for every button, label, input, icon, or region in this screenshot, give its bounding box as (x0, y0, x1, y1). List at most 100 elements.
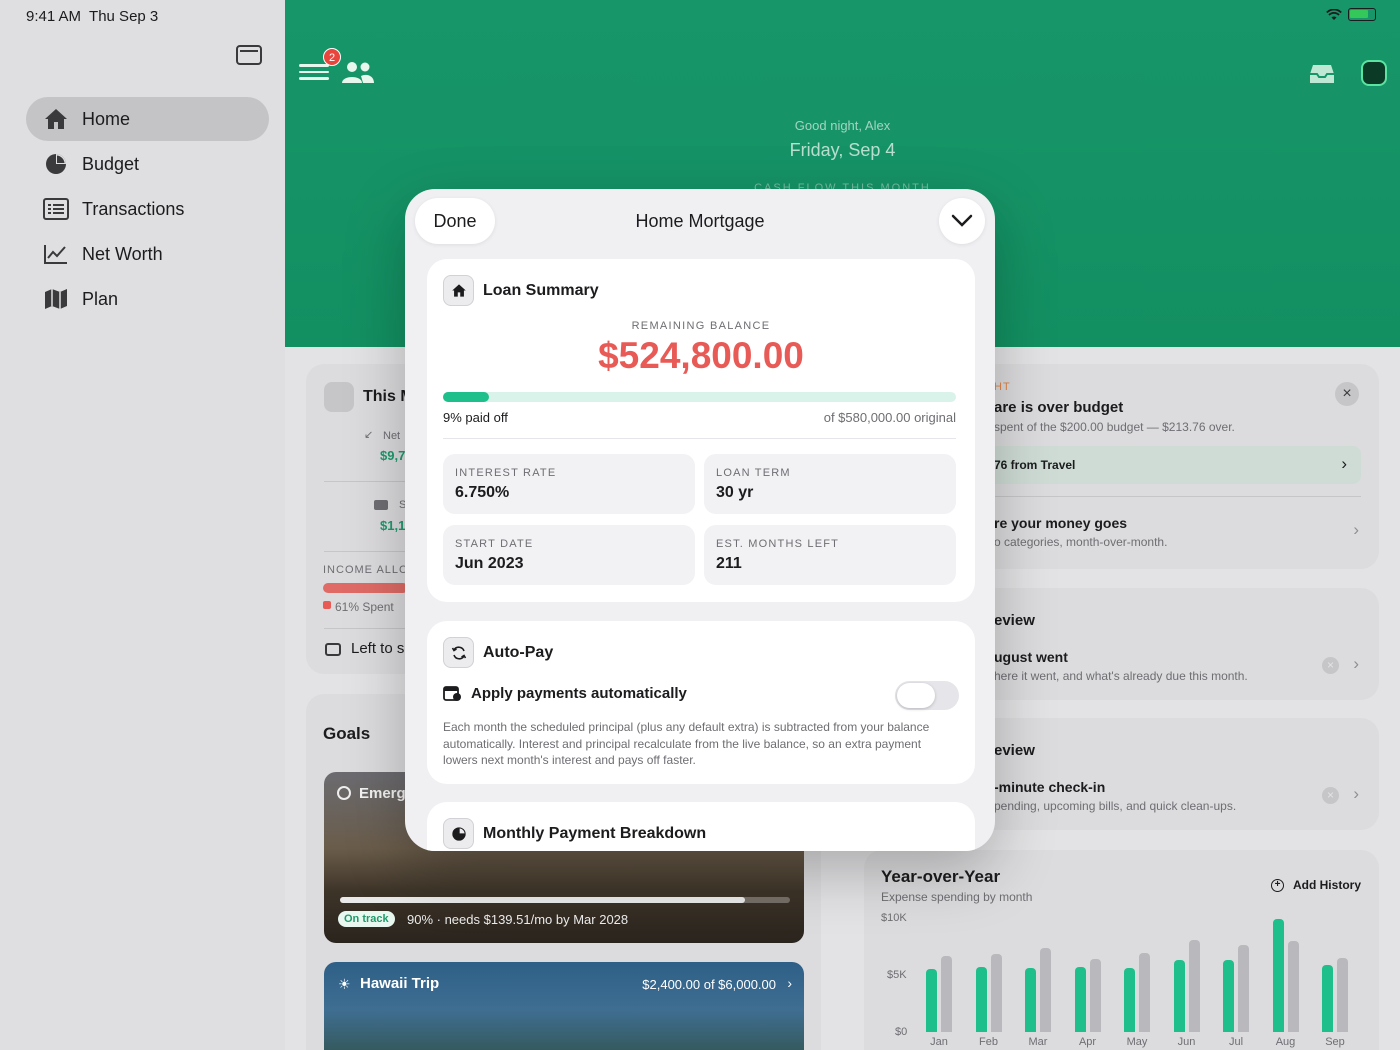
year-over-year-card: Year-over-Year Expense spending by month… (864, 850, 1379, 1050)
chart-bar (1188, 940, 1200, 1032)
chevron-right-icon: › (1353, 784, 1359, 803)
chart-bar (990, 954, 1002, 1032)
review-title: ugust went (994, 649, 1068, 665)
tile-label: EST. MONTHS LEFT (716, 538, 840, 550)
x-tick-label: Jun (1177, 1036, 1196, 1048)
add-history-label: Add History (1292, 878, 1361, 892)
chart-bar (1272, 919, 1284, 1032)
chart-bar (941, 956, 952, 1032)
insight-row-title: re your money goes (994, 515, 1128, 531)
plus-circle-icon: + (1270, 878, 1284, 892)
sidebar-item-label: Budget (82, 153, 140, 174)
section-header: Auto-Pay (443, 637, 553, 668)
assistant-bot-icon[interactable] (1361, 60, 1387, 86)
close-icon[interactable]: × (1335, 382, 1359, 406)
chart-bar (1322, 965, 1333, 1032)
money-icon (374, 500, 388, 510)
chevron-down-icon (951, 214, 973, 227)
sidebar-item-label: Home (82, 108, 131, 129)
autopay-row: Apply payments automatically (443, 685, 687, 702)
section-header: Monthly Payment Breakdown (443, 818, 706, 849)
calendar-icon (324, 382, 354, 412)
divider (324, 628, 409, 629)
autopay-toggle[interactable] (895, 681, 959, 710)
chart-bar (1139, 953, 1150, 1032)
sidebar-item-net-worth[interactable]: Net Worth (26, 232, 269, 276)
notification-badge: 2 (323, 48, 341, 66)
chart-bar (975, 967, 987, 1032)
spent-dot (323, 601, 331, 609)
goal-hawaii-card[interactable]: ☀ Hawaii Trip $2,400.00 of $6,000.00 › (324, 962, 804, 1050)
home-mortgage-sheet: Done Home Mortgage Loan Summary REMAININ… (405, 189, 995, 851)
x-tick-label: Mar (1028, 1036, 1048, 1048)
sidebar-item-budget[interactable]: Budget (26, 142, 269, 186)
add-history-button[interactable]: + Add History (1270, 878, 1361, 892)
chart-subtitle: Expense spending by month (881, 890, 1033, 904)
x-tick-label: Jul (1228, 1036, 1244, 1048)
sidebar-item-label: Transactions (82, 198, 185, 219)
net-arrow-icon: ↙ (364, 429, 374, 441)
goal-progress-track (340, 897, 790, 903)
sidebar: 9:41 AM Thu Sep 3 Home Budget Transaction… (0, 0, 285, 1050)
goal-progress-fill (340, 897, 745, 903)
insight-pill-label: 76 from Travel (994, 458, 1076, 472)
chart-bar (1089, 959, 1101, 1032)
x-tick-label: Aug (1275, 1036, 1296, 1048)
tile-value: 6.750% (455, 484, 510, 501)
chart-bar (926, 969, 937, 1032)
sidebar-nav: Home Budget Transactions Net Worth Plan (26, 97, 269, 322)
sidebar-item-transactions[interactable]: Transactions (26, 187, 269, 231)
tile-value: Jun 2023 (455, 555, 524, 572)
section-title: Monthly Payment Breakdown (483, 824, 707, 842)
autopay-description: Each month the scheduled principal (plus… (443, 720, 930, 767)
divider (324, 551, 409, 552)
menu-icon[interactable] (299, 64, 329, 82)
x-tick-label: Feb (979, 1036, 998, 1048)
original-amount-label: of $580,000.00 original (823, 410, 956, 425)
goals-title: Goals (323, 724, 371, 743)
sidebar-item-plan[interactable]: Plan (26, 277, 269, 321)
battery-icon (1348, 8, 1376, 21)
sidebar-toggle-icon[interactable] (236, 45, 262, 65)
insight-subtitle: spent of the $200.00 budget — $213.76 ov… (994, 420, 1235, 434)
pie-chart-icon (42, 152, 70, 176)
wallet-icon (325, 643, 341, 656)
people-icon[interactable] (341, 60, 375, 84)
pie-chart-icon (443, 818, 474, 849)
tile-value: 211 (716, 555, 742, 572)
wifi-icon (1326, 8, 1342, 20)
tile-value: 30 yr (716, 484, 754, 501)
chart-bar (1040, 948, 1051, 1032)
divider (324, 481, 409, 482)
collapse-button[interactable] (939, 198, 985, 244)
status-date: Thu Sep 3 (89, 8, 159, 25)
left-to-spend-label: Left to s (351, 640, 405, 657)
tile-label: INTEREST RATE (455, 467, 557, 479)
payoff-progress-fill (443, 392, 490, 402)
sidebar-item-label: Net Worth (82, 243, 163, 264)
divider (984, 496, 1361, 497)
header-date: Friday, Sep 4 (789, 140, 896, 160)
x-tick-label: Jan (930, 1036, 948, 1048)
net-value: $9,7 (380, 448, 406, 463)
x-tick-label: Sep (1325, 1036, 1345, 1048)
y-tick: $0 (895, 1026, 908, 1038)
inbox-icon[interactable] (1309, 64, 1335, 84)
insight-pill[interactable]: 76 from Travel › (984, 446, 1361, 484)
chart-bar (1287, 941, 1299, 1032)
paid-off-label: 9% paid off (443, 410, 508, 425)
start-date-tile: START DATE Jun 2023 (443, 525, 695, 585)
review-sub: pending, upcoming bills, and quick clean… (994, 799, 1237, 813)
chart-bar (1223, 960, 1234, 1032)
autopay-toggle-label: Apply payments automatically (471, 685, 687, 702)
chevron-right-icon: › (1341, 454, 1347, 473)
net-label: Net (383, 430, 401, 442)
dismiss-icon[interactable]: × (1322, 787, 1339, 804)
dismiss-icon[interactable]: × (1322, 657, 1339, 674)
chart-bar (1124, 968, 1135, 1032)
calendar-clock-icon (443, 686, 461, 701)
chart-bar (1025, 968, 1036, 1032)
list-icon (42, 197, 70, 221)
sidebar-item-home[interactable]: Home (26, 97, 269, 141)
sheet-title: Home Mortgage (635, 211, 765, 231)
